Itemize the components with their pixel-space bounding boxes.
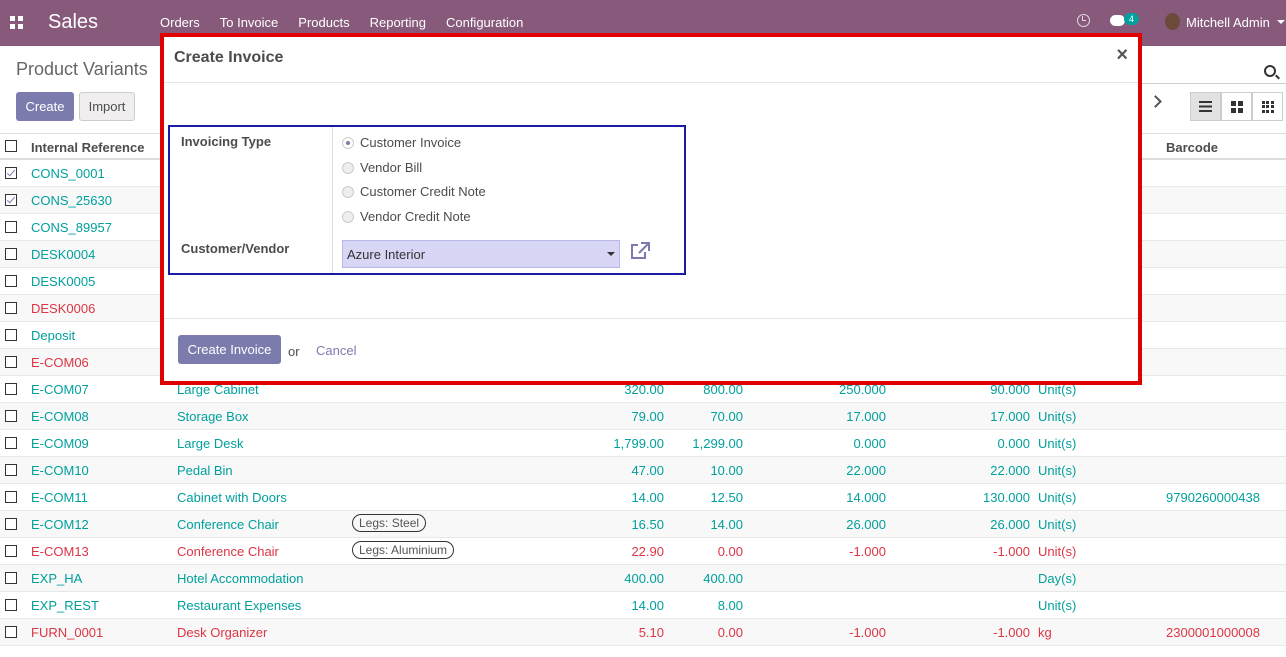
modal-header: Create Invoice × <box>164 37 1138 83</box>
invoice-form: Invoicing Type Customer/Vendor Customer … <box>168 125 686 275</box>
radio-customer-credit-note[interactable]: Customer Credit Note <box>342 184 486 199</box>
radio-vendor-credit-note[interactable]: Vendor Credit Note <box>342 209 471 224</box>
modal-footer: Create Invoice or Cancel <box>164 318 1138 385</box>
modal-title: Create Invoice <box>174 49 284 66</box>
customer-vendor-select[interactable]: Azure Interior <box>342 240 620 268</box>
external-link-icon[interactable] <box>630 242 650 260</box>
radio-label: Vendor Bill <box>360 160 423 175</box>
radio-label: Vendor Credit Note <box>360 209 471 224</box>
radio-customer-invoice[interactable]: Customer Invoice <box>342 135 461 150</box>
radio-button[interactable] <box>342 210 354 223</box>
customer-vendor-value: Azure Interior <box>347 247 426 262</box>
radio-vendor-bill[interactable]: Vendor Bill <box>342 160 422 175</box>
caret-down-icon[interactable] <box>607 252 615 256</box>
create-invoice-button[interactable]: Create Invoice <box>178 335 281 364</box>
radio-button[interactable] <box>342 185 354 198</box>
radio-button[interactable] <box>342 161 354 174</box>
radio-button[interactable] <box>342 136 354 149</box>
invoicing-type-label: Invoicing Type <box>181 134 272 149</box>
or-text: or <box>288 344 300 359</box>
form-label-column: Invoicing Type Customer/Vendor <box>170 127 333 273</box>
radio-label: Customer Invoice <box>360 135 462 150</box>
cancel-button[interactable]: Cancel <box>316 343 356 358</box>
create-invoice-dialog: Create Invoice × Invoicing Type Customer… <box>160 33 1142 385</box>
customer-vendor-label: Customer/Vendor <box>181 241 290 256</box>
radio-label: Customer Credit Note <box>360 184 486 199</box>
close-icon[interactable]: × <box>1116 45 1128 65</box>
